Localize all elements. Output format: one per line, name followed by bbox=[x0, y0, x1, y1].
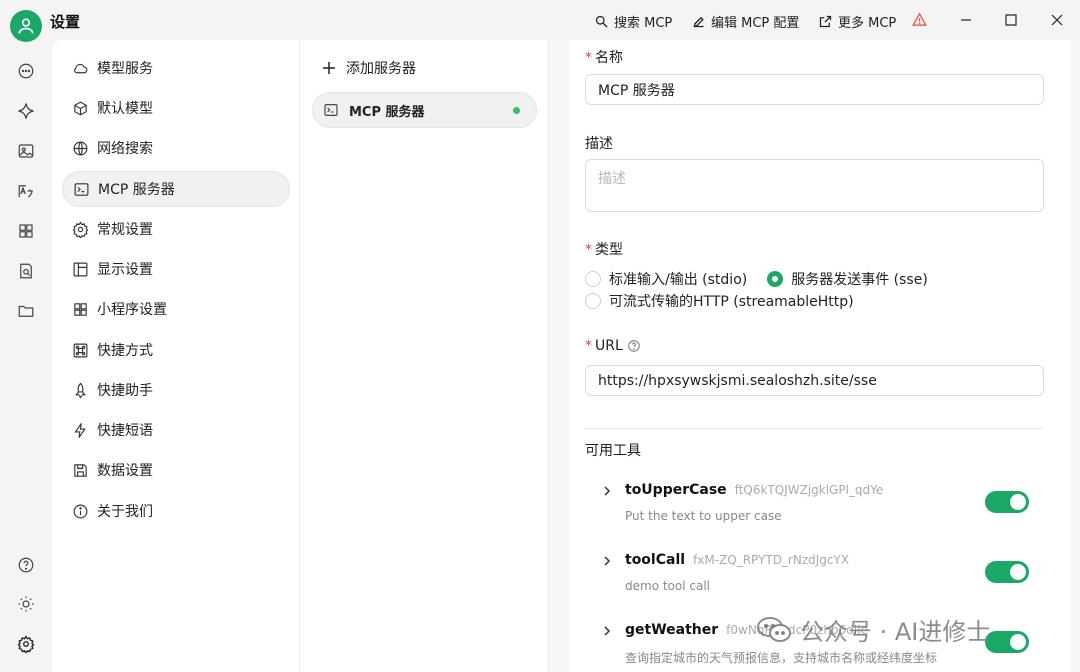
edit-icon bbox=[693, 16, 704, 28]
minimize-icon bbox=[961, 19, 971, 21]
name-label: * 名称 bbox=[585, 50, 623, 66]
minimize-button[interactable] bbox=[958, 12, 974, 28]
watermark: 公众号 · AI进修士 bbox=[756, 612, 990, 647]
radio-button[interactable] bbox=[585, 293, 601, 309]
chevron-right-icon[interactable] bbox=[601, 555, 613, 567]
nav-item-model-service[interactable]: 模型服务 bbox=[62, 50, 290, 86]
knowledge-icon[interactable] bbox=[16, 261, 36, 281]
tool-name: toolCall fxM-ZQ_RPYTD_rNzdJgcYX bbox=[625, 552, 850, 568]
close-icon bbox=[1051, 14, 1063, 26]
nav-item-default-model[interactable]: 默认模型 bbox=[62, 90, 290, 126]
layout-icon bbox=[73, 262, 88, 276]
settings-nav: 模型服务 默认模型 网络搜索 MCP 服务器 常规设置 显示设置 小程序设置 快… bbox=[52, 40, 300, 672]
apps-icon[interactable] bbox=[16, 221, 36, 241]
type-option-sse[interactable]: 服务器发送事件 (sse) bbox=[791, 269, 928, 289]
radio-button-selected[interactable] bbox=[767, 271, 784, 287]
maximize-icon bbox=[1005, 14, 1017, 26]
url-input[interactable]: https://hpxsywskjsmi.sealoshzh.site/sse bbox=[585, 365, 1044, 396]
maximize-button[interactable] bbox=[1003, 12, 1019, 28]
search-icon bbox=[595, 15, 608, 28]
tool-description: Put the text to upper case bbox=[625, 509, 782, 523]
save-icon bbox=[74, 463, 87, 477]
terminal-icon bbox=[324, 104, 338, 116]
nav-item-general-settings[interactable]: 常规设置 bbox=[62, 211, 290, 247]
cloud-icon bbox=[74, 63, 88, 73]
status-dot bbox=[513, 107, 520, 114]
rocket-icon bbox=[75, 382, 86, 399]
chat-icon[interactable] bbox=[16, 61, 36, 81]
settings-icon[interactable] bbox=[16, 634, 36, 654]
search-mcp-button[interactable]: 搜索 MCP bbox=[594, 12, 672, 31]
help-circle-icon[interactable] bbox=[627, 339, 641, 353]
tool-description: demo tool call bbox=[625, 579, 711, 593]
chevron-right-icon[interactable] bbox=[601, 485, 613, 497]
chevron-right-icon[interactable] bbox=[601, 625, 613, 637]
nav-item-web-search[interactable]: 网络搜索 bbox=[62, 130, 290, 166]
type-option-streamable-http[interactable]: 可流式传输的HTTP (streamableHttp) bbox=[585, 291, 854, 311]
nav-item-display-settings[interactable]: 显示设置 bbox=[62, 251, 290, 287]
url-label: * URL bbox=[585, 338, 641, 354]
folder-icon[interactable] bbox=[16, 301, 36, 321]
description-label: 描述 bbox=[585, 136, 613, 152]
window-title: 设置 bbox=[50, 13, 81, 31]
more-mcp-button[interactable]: 更多 MCP bbox=[818, 12, 896, 31]
server-list: 添加服务器 MCP 服务器 bbox=[300, 40, 549, 672]
close-button[interactable] bbox=[1049, 12, 1065, 28]
nav-item-shortcuts[interactable]: 快捷方式 bbox=[62, 332, 290, 368]
server-item[interactable]: MCP 服务器 bbox=[312, 92, 537, 128]
tool-toggle[interactable] bbox=[985, 561, 1029, 583]
tool-toggle[interactable] bbox=[985, 631, 1029, 653]
cube-icon bbox=[74, 100, 87, 116]
type-option-stdio[interactable]: 标准输入/输出 (stdio) 服务器发送事件 (sse) bbox=[585, 269, 928, 289]
add-server-button[interactable]: 添加服务器 bbox=[322, 58, 416, 78]
title-bar: 设置 搜索 MCP 编辑 MCP 配置 更多 MCP bbox=[0, 0, 1080, 42]
user-avatar[interactable] bbox=[10, 10, 42, 42]
server-config-form: * 名称 MCP 服务器 描述 描述 * 类型 标准输入/输出 (stdio) 服务… bbox=[569, 40, 1071, 672]
description-textarea[interactable]: 描述 bbox=[585, 159, 1044, 212]
nav-item-data-settings[interactable]: 数据设置 bbox=[62, 452, 290, 488]
plus-icon bbox=[323, 62, 335, 74]
grid-icon bbox=[74, 302, 87, 316]
type-label: * 类型 bbox=[585, 242, 623, 258]
nav-item-miniapp-settings[interactable]: 小程序设置 bbox=[62, 291, 290, 327]
bolt-icon bbox=[74, 422, 86, 438]
external-link-icon bbox=[819, 15, 832, 28]
server-config-panel: * 名称 MCP 服务器 描述 描述 * 类型 标准输入/输出 (stdio) 服务… bbox=[549, 40, 1080, 672]
edit-mcp-config-button[interactable]: 编辑 MCP 配置 bbox=[691, 12, 799, 31]
name-input[interactable]: MCP 服务器 bbox=[585, 74, 1044, 105]
tool-name: toUpperCase ftQ6kTQJWZjgklGPl_qdYe bbox=[625, 482, 884, 498]
radio-button[interactable] bbox=[585, 271, 601, 287]
translate-icon[interactable] bbox=[16, 181, 36, 201]
info-icon bbox=[73, 504, 88, 518]
terminal-icon bbox=[74, 182, 89, 196]
globe-icon bbox=[73, 141, 88, 155]
image-icon[interactable] bbox=[16, 141, 36, 161]
warning-icon bbox=[912, 12, 927, 26]
gear-icon bbox=[72, 220, 89, 238]
tool-toggle[interactable] bbox=[985, 491, 1029, 513]
warning-button[interactable] bbox=[912, 12, 927, 27]
nav-item-about[interactable]: 关于我们 bbox=[62, 493, 290, 529]
help-icon[interactable] bbox=[16, 555, 36, 575]
divider bbox=[585, 428, 1044, 429]
nav-item-quick-phrases[interactable]: 快捷短语 bbox=[62, 412, 290, 448]
tools-label: 可用工具 bbox=[585, 443, 641, 459]
nav-item-mcp-servers[interactable]: MCP 服务器 bbox=[62, 171, 290, 207]
theme-icon[interactable] bbox=[16, 594, 36, 614]
wechat-icon bbox=[757, 616, 791, 642]
tool-description: 查询指定城市的天气预报信息，支持城市名称或经纬度坐标 bbox=[625, 651, 938, 665]
sparkle-icon[interactable] bbox=[16, 101, 36, 121]
command-icon bbox=[73, 343, 88, 357]
nav-item-quick-assistant[interactable]: 快捷助手 bbox=[62, 372, 290, 408]
user-icon bbox=[18, 18, 34, 34]
